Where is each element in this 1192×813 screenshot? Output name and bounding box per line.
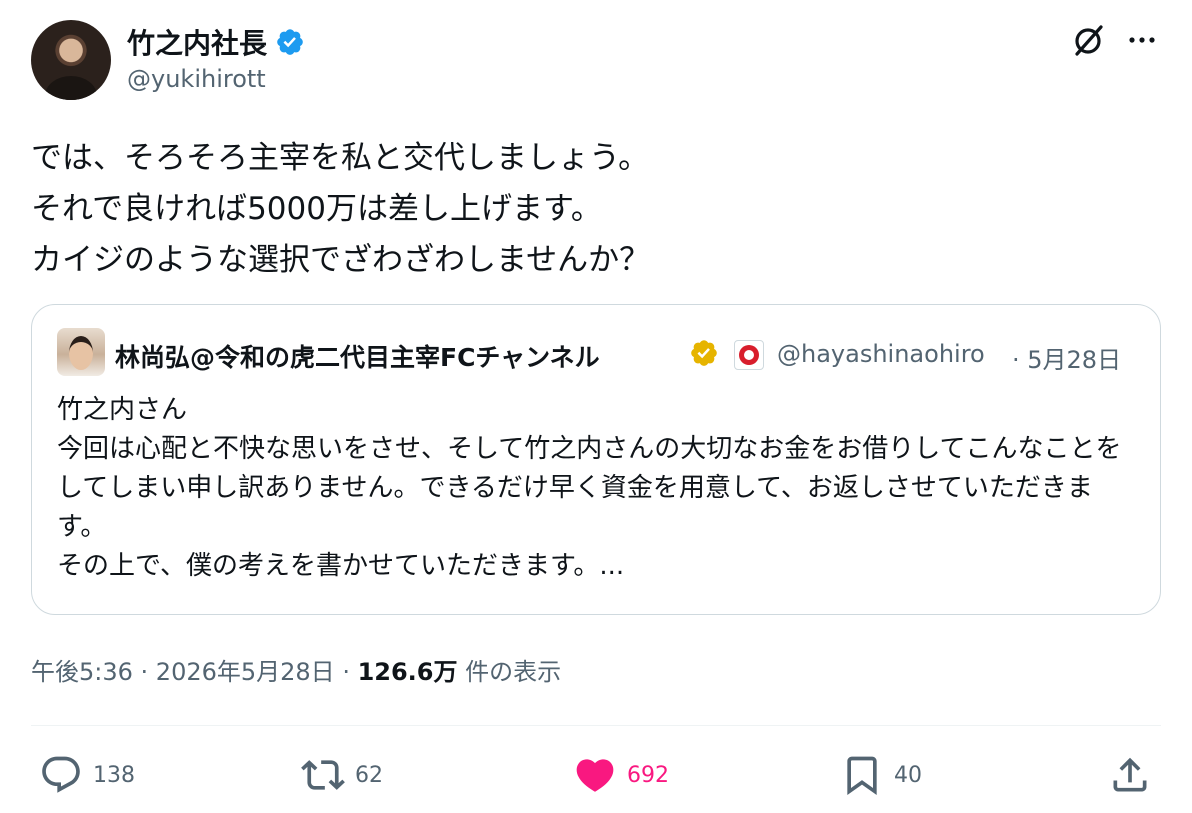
like-count: 692 (627, 762, 669, 788)
heart-filled-icon (576, 759, 614, 792)
quote-date: · 5月28日 (1012, 346, 1122, 374)
verified-badge-icon (277, 29, 303, 55)
retweet-button[interactable]: 62 (301, 753, 383, 797)
gold-verified-badge-icon (691, 340, 717, 366)
quote-author-avatar (57, 328, 105, 376)
share-icon (1113, 757, 1147, 792)
tweet-text: では、そろそろ主宰を私と交代しましょう。 それで良ければ5000万は差し上げます… (31, 140, 651, 278)
like-button[interactable]: 692 (573, 753, 669, 797)
quote-author-name: 林尚弘@令和の虎二代目主宰FCチャンネル (115, 343, 600, 372)
view-count: 126.6万 (357, 658, 458, 686)
retweet-count: 62 (355, 762, 383, 788)
author-avatar[interactable] (31, 20, 111, 100)
grok-slash-icon[interactable] (1068, 20, 1108, 60)
quote-author-handle: @hayashinaohiro (777, 340, 985, 368)
divider (31, 725, 1161, 726)
retweet-icon (301, 760, 345, 790)
view-label: 件の表示 (457, 658, 562, 686)
reply-button[interactable]: 138 (39, 753, 135, 797)
meta-separator: · (334, 658, 358, 686)
tweet-date[interactable]: 2026年5月28日 (156, 658, 335, 686)
bookmark-button[interactable]: 40 (840, 753, 922, 797)
reply-icon (42, 756, 80, 793)
author-display-name[interactable]: 竹之内社長 (127, 22, 267, 62)
tweet-meta: 午後5:36 · 2026年5月28日 · 126.6万 件の表示 (31, 652, 561, 687)
affiliate-badge-icon (734, 340, 764, 370)
bookmark-icon (847, 756, 877, 796)
reply-count: 138 (93, 762, 135, 788)
author-name-row: 竹之内社長 (127, 22, 305, 62)
meta-separator: · (132, 658, 156, 686)
quote-text: 竹之内さん 今回は心配と不快な思いをさせ、そして竹之内さんの大切なお金をお借りし… (57, 395, 1122, 581)
more-dots-icon[interactable] (1124, 22, 1160, 58)
author-handle[interactable]: @yukihirott (127, 65, 266, 93)
quote-tweet-card[interactable]: 林尚弘@令和の虎二代目主宰FCチャンネル @hayashinaohiro · 5… (31, 304, 1161, 615)
tweet-time[interactable]: 午後5:36 (31, 658, 133, 686)
bookmark-count: 40 (894, 762, 922, 788)
share-button[interactable] (1108, 753, 1152, 797)
